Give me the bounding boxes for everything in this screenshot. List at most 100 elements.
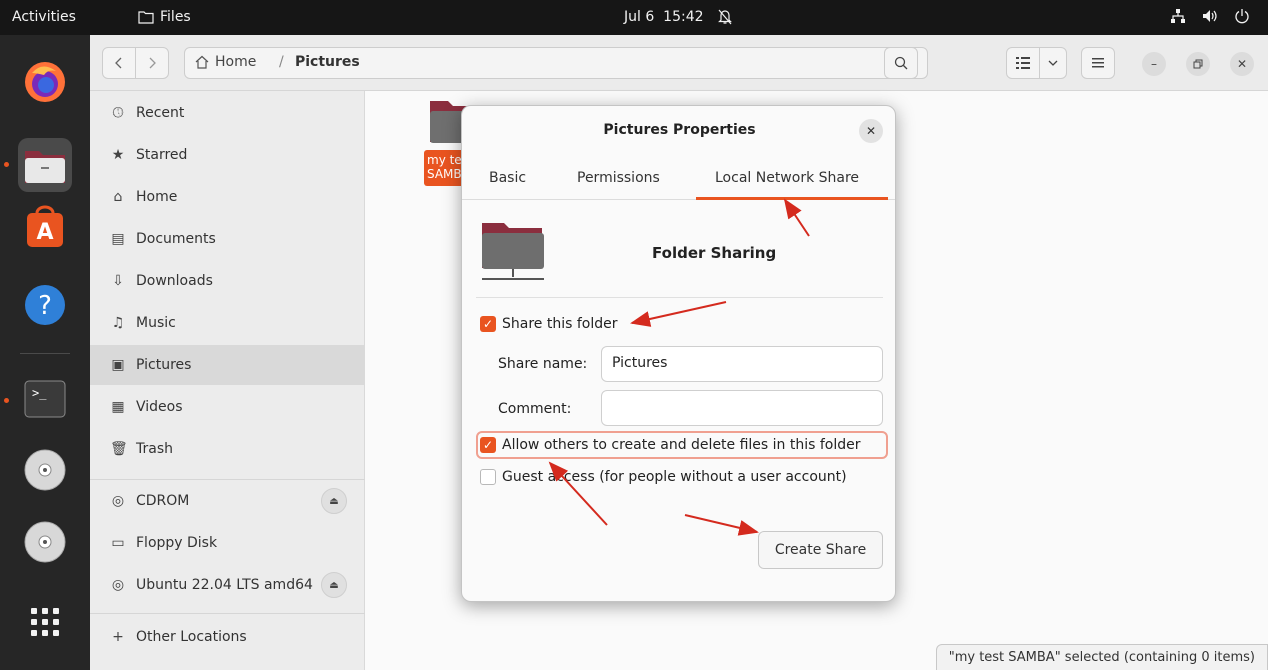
picture-icon: ▣	[111, 357, 125, 373]
sidebar-item-home[interactable]: ⌂ Home	[90, 177, 365, 217]
network-icon	[1171, 9, 1185, 23]
app-grid-icon[interactable]	[18, 595, 72, 649]
terminal-icon[interactable]: >_	[18, 372, 72, 426]
sidebar-item-label: Downloads	[136, 273, 213, 289]
path-home-label: Home	[215, 54, 257, 70]
sidebar-item-ubuntu-disc[interactable]: ◎ Ubuntu 22.04 LTS amd64 ⏏	[90, 565, 365, 605]
sidebar-item-trash[interactable]: 🗑︎ Trash	[90, 429, 365, 469]
sidebar-item-label: Music	[136, 315, 176, 331]
sidebar-item-pictures[interactable]: ▣ Pictures	[90, 345, 365, 385]
sidebar-item-label: Home	[136, 189, 178, 205]
close-window-button[interactable]: ✕	[1230, 52, 1254, 76]
eject-button[interactable]: ⏏	[321, 572, 347, 598]
tab-local-network-share[interactable]: Local Network Share	[715, 170, 859, 186]
chevron-right-icon	[149, 57, 156, 69]
dock: A ? >_	[0, 35, 90, 670]
guest-access-label: Guest access (for people without a user …	[502, 469, 847, 485]
sidebar-item-cdrom[interactable]: ◎ CDROM ⏏	[90, 481, 365, 521]
running-indicator	[4, 398, 9, 403]
sidebar-separator	[90, 479, 365, 480]
guest-access-checkbox[interactable]: Guest access (for people without a user …	[480, 469, 847, 485]
music-icon: ♫	[111, 315, 125, 331]
floppy-icon: ▭	[111, 535, 125, 551]
folder-icon	[138, 11, 154, 24]
sidebar-item-videos[interactable]: ▦ Videos	[90, 387, 365, 427]
dialog-title: Pictures Properties	[603, 122, 756, 138]
cdrom-icon[interactable]	[18, 443, 72, 497]
sidebar-item-recent[interactable]: 🕔︎ Recent	[90, 93, 365, 133]
sidebar-item-documents[interactable]: ▤ Documents	[90, 219, 365, 259]
main-menu-button[interactable]	[1081, 47, 1115, 79]
back-button[interactable]	[102, 47, 136, 79]
notification-bell-icon	[717, 9, 732, 25]
sidebar-item-label: Other Locations	[136, 629, 247, 645]
allow-others-label: Allow others to create and delete files …	[502, 437, 861, 453]
sidebar-item-label: Trash	[136, 441, 173, 457]
sidebar-item-music[interactable]: ♫ Music	[90, 303, 365, 343]
sidebar-item-other-locations[interactable]: + Other Locations	[90, 617, 365, 657]
sidebar-item-label: Starred	[136, 147, 188, 163]
comment-input[interactable]	[601, 390, 883, 426]
help-icon[interactable]: ?	[18, 278, 72, 332]
view-options-button[interactable]	[1039, 47, 1067, 79]
sidebar-item-label: Ubuntu 22.04 LTS amd64	[136, 577, 313, 593]
eject-button[interactable]: ⏏	[321, 488, 347, 514]
share-folder-checkbox[interactable]: ✓ Share this folder	[480, 316, 618, 332]
shared-folder-icon	[482, 223, 544, 280]
sidebar-item-floppy[interactable]: ▭ Floppy Disk	[90, 523, 365, 563]
path-current[interactable]: Pictures	[295, 54, 360, 70]
chevron-left-icon	[115, 57, 122, 69]
video-icon: ▦	[111, 399, 125, 415]
sidebar-separator	[90, 613, 365, 614]
sidebar-item-label: CDROM	[136, 493, 190, 509]
activities-button[interactable]: Activities	[12, 9, 76, 25]
sidebar-item-label: Videos	[136, 399, 183, 415]
svg-text:?: ?	[38, 291, 52, 321]
tab-basic[interactable]: Basic	[489, 170, 526, 186]
create-share-button[interactable]: Create Share	[758, 531, 883, 569]
clock-time: 15:42	[663, 9, 704, 25]
dock-separator	[20, 353, 70, 354]
svg-text:>_: >_	[32, 386, 47, 400]
top-bar: Activities Files Jul 6 15:42	[0, 0, 1268, 35]
path-bar[interactable]: Home / Pictures	[184, 47, 928, 79]
search-button[interactable]	[884, 47, 918, 79]
home-icon	[195, 55, 209, 69]
plus-icon: +	[112, 629, 124, 645]
system-tray[interactable]	[1170, 8, 1250, 24]
folder-sharing-heading: Folder Sharing	[652, 244, 777, 262]
sidebar-item-starred[interactable]: ★ Starred	[90, 135, 365, 175]
document-icon: ▤	[111, 231, 125, 247]
minimize-button[interactable]: –	[1142, 52, 1166, 76]
files-icon[interactable]	[18, 138, 72, 192]
sidebar: 🕔︎ Recent ★ Starred ⌂ Home ▤ Documents ⇩ Down…	[90, 91, 365, 670]
share-folder-label: Share this folder	[502, 316, 618, 332]
properties-dialog: Pictures Properties ✕ Basic Permissions …	[461, 105, 896, 602]
tab-permissions[interactable]: Permissions	[577, 170, 660, 186]
forward-button[interactable]	[135, 47, 169, 79]
dialog-body: Folder Sharing ✓ Share this folder Share…	[462, 201, 895, 601]
allow-others-checkbox[interactable]: ✓ Allow others to create and delete file…	[480, 437, 861, 453]
app-center-icon[interactable]: A	[18, 200, 72, 254]
app-menu[interactable]: Files	[138, 9, 191, 25]
share-name-input[interactable]: Pictures	[601, 346, 883, 382]
disc-icon[interactable]	[18, 515, 72, 569]
search-icon	[894, 56, 908, 70]
maximize-button[interactable]	[1186, 52, 1210, 76]
header-bar: Home / Pictures – ✕	[90, 35, 1268, 91]
dialog-close-button[interactable]: ✕	[859, 119, 883, 143]
clock[interactable]: Jul 6 15:42	[624, 9, 732, 25]
firefox-icon[interactable]	[18, 55, 72, 109]
minimize-icon: –	[1151, 57, 1157, 71]
hamburger-icon	[1092, 58, 1104, 68]
checkbox-checked-icon: ✓	[480, 437, 496, 453]
sidebar-item-label: Pictures	[136, 357, 192, 373]
eject-icon: ⏏	[329, 495, 339, 507]
download-icon: ⇩	[112, 273, 124, 289]
close-icon: ✕	[1236, 57, 1248, 71]
view-list-button[interactable]	[1006, 47, 1040, 79]
volume-icon	[1203, 10, 1217, 22]
sidebar-item-downloads[interactable]: ⇩ Downloads	[90, 261, 365, 301]
checkbox-unchecked-icon	[480, 469, 496, 485]
path-home-button[interactable]: Home	[195, 54, 256, 70]
